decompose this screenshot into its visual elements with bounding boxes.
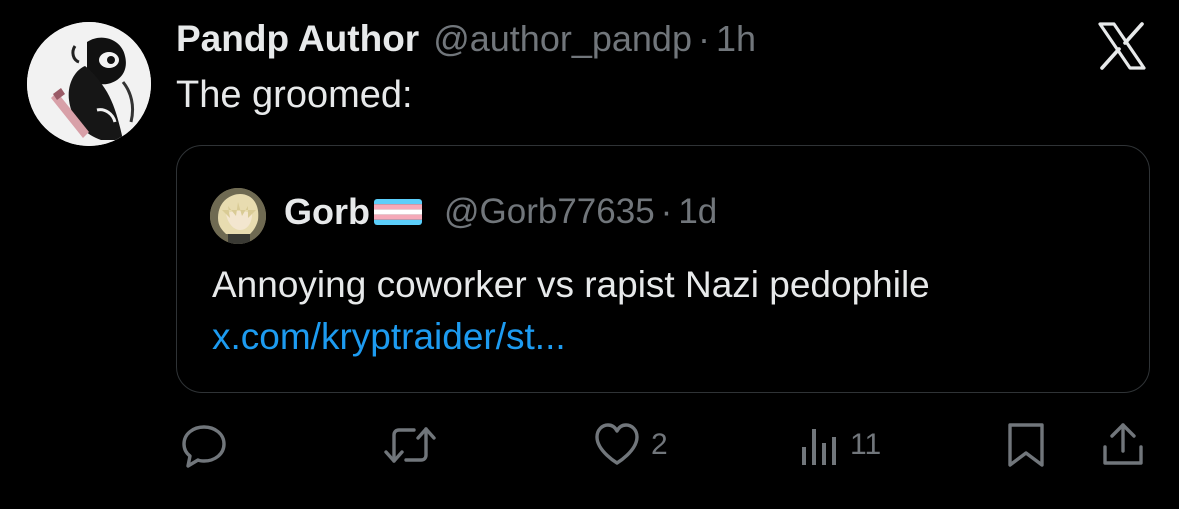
share-button[interactable] — [1100, 418, 1146, 472]
quoted-author-handle[interactable]: @Gorb77635 — [444, 192, 655, 232]
tweet-text: The groomed: — [176, 74, 413, 116]
like-count: 2 — [651, 428, 668, 461]
bookmark-button[interactable] — [1004, 418, 1048, 472]
author-name[interactable]: Pandp Author — [176, 18, 419, 60]
quoted-tweet-link[interactable]: x.com/kryptraider/st... — [212, 316, 566, 358]
anime-avatar-icon — [210, 188, 266, 244]
reply-button[interactable] — [180, 418, 228, 472]
bookmark-icon — [1008, 423, 1044, 467]
author-avatar[interactable] — [27, 22, 151, 146]
separator-dot: · — [660, 192, 673, 231]
panda-avatar-icon — [27, 22, 151, 146]
author-handle[interactable]: @author_pandp — [433, 18, 692, 60]
view-count: 11 — [850, 428, 882, 461]
action-bar: 2 11 — [0, 418, 1179, 472]
separator-dot: · — [697, 18, 710, 59]
quoted-tweet-text: Annoying coworker vs rapist Nazi pedophi… — [212, 264, 930, 305]
transgender-flag-icon — [374, 199, 422, 225]
reply-icon — [182, 425, 226, 468]
retweet-button[interactable] — [384, 418, 436, 472]
heart-icon — [595, 423, 639, 465]
quoted-tweet-timestamp[interactable]: 1d — [678, 192, 717, 232]
quoted-tweet-card[interactable]: Gorb @Gorb77635 · 1d Annoying coworker v… — [176, 145, 1150, 393]
views-button[interactable]: 11 — [800, 418, 881, 472]
tweet-timestamp[interactable]: 1h — [716, 18, 756, 60]
tweet-header: Pandp Author @author_pandp · 1h — [176, 18, 756, 64]
views-icon — [802, 429, 836, 465]
x-logo-icon — [1096, 22, 1148, 70]
quoted-tweet-header: Gorb @Gorb77635 · 1d — [284, 190, 717, 234]
like-button[interactable]: 2 — [593, 418, 668, 472]
tweet: Pandp Author @author_pandp · 1h The groo… — [0, 0, 1179, 509]
retweet-icon — [384, 427, 436, 463]
quoted-author-name[interactable]: Gorb — [284, 191, 370, 233]
share-icon — [1103, 423, 1143, 465]
quoted-author-avatar[interactable] — [210, 188, 266, 244]
